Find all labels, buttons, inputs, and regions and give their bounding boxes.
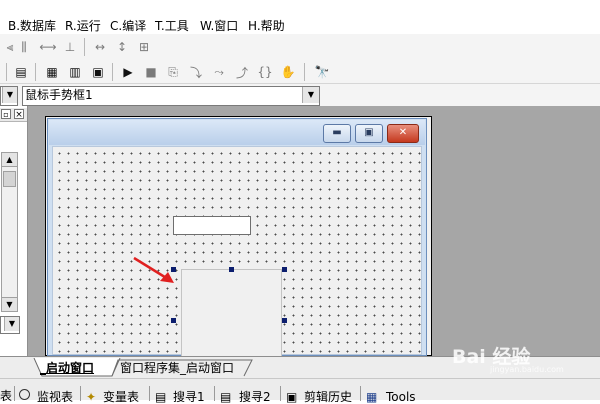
properties-icon[interactable]: ▤ xyxy=(11,62,31,82)
left-combo[interactable]: ▼ xyxy=(0,86,18,106)
bottom-panel-tabs: 表 监视表 ✦ 变量表 ▤ 搜寻1 ▤ 搜寻2 ▣ 剪辑历史 ▦ Tools xyxy=(0,378,600,404)
tab-divider xyxy=(80,386,81,401)
tab-divider xyxy=(149,386,150,401)
toolbar-separator xyxy=(6,63,7,81)
mouse-gesture-box-control[interactable] xyxy=(181,269,282,357)
run-toolbar: ▤ ▦ ▥ ▣ ▶ ■ ⎘ ⤵ ⤳ ⤴ {} ✋ 🔭 xyxy=(0,60,600,84)
chevron-down-icon: ▼ xyxy=(2,87,17,103)
scroll-thumb[interactable] xyxy=(3,171,16,187)
tab-variable-table[interactable]: 变量表 xyxy=(103,390,139,404)
search2-icon: ▤ xyxy=(220,390,232,404)
tab-watch-table[interactable]: 监视表 xyxy=(37,390,73,404)
hand-icon[interactable]: ✋ xyxy=(278,62,298,82)
arrow-shaft xyxy=(133,256,169,281)
tab-tools[interactable]: Tools xyxy=(386,390,416,404)
run-icon[interactable]: ▶ xyxy=(118,62,138,82)
scroll-down-icon[interactable]: ▼ xyxy=(2,297,17,311)
chevron-down-icon: ▼ xyxy=(4,317,19,331)
distribute-horizontal-icon[interactable]: ⟷ xyxy=(38,37,58,57)
variable-icon: ✦ xyxy=(86,390,97,404)
same-height-icon[interactable]: ↕ xyxy=(112,37,132,57)
tab-divider xyxy=(214,386,215,401)
maximize-icon[interactable]: ▣ xyxy=(355,124,383,143)
close-icon[interactable]: × xyxy=(14,109,24,120)
panel-icon: 表 xyxy=(0,389,13,403)
resize-handle-right[interactable] xyxy=(282,318,287,323)
toolbar-separator xyxy=(304,63,305,81)
resize-handle-left[interactable] xyxy=(171,318,176,323)
layout-window-icon[interactable]: ▦ xyxy=(42,62,62,82)
arrow-head xyxy=(160,272,174,283)
menu-help[interactable]: H.帮助 xyxy=(248,17,285,34)
scroll-up-icon[interactable]: ▲ xyxy=(2,153,17,167)
menu-tools[interactable]: T.工具 xyxy=(155,17,189,34)
menu-database[interactable]: B.数据库 xyxy=(8,17,56,34)
same-width-icon[interactable]: ↔ xyxy=(90,37,110,57)
watermark-subtext: jingyan.baidu.com xyxy=(490,365,564,374)
align-vertical-center-icon[interactable]: ⫼ xyxy=(14,37,34,57)
resize-handle-top[interactable] xyxy=(229,267,234,272)
tab-window-program-set[interactable]: 窗口程序集_启动窗口 xyxy=(120,360,234,377)
menu-compile[interactable]: C.编译 xyxy=(110,17,146,34)
close-icon[interactable]: ✕ xyxy=(387,124,419,143)
toolbar-separator xyxy=(35,63,36,81)
run-to-cursor-icon[interactable]: {} xyxy=(255,62,275,82)
same-size-icon[interactable]: ⊞ xyxy=(134,37,154,57)
tab-startup-window[interactable]: _启动窗口 xyxy=(40,360,94,377)
alignment-toolbar: ⫷ ⫼ ⟷ ⊥ ↔ ↕ ⊞ xyxy=(0,34,600,60)
left-panel-scrollbar[interactable]: ▲ ▼ xyxy=(1,152,18,312)
toolbar-separator xyxy=(112,63,113,81)
step-out-icon[interactable]: ⤴ xyxy=(232,62,252,82)
component-selector[interactable]: 鼠标手势框1 ▼ xyxy=(22,86,320,106)
watermark: Bai 经验 jingyan.baidu.com xyxy=(452,342,592,374)
left-panel-combo[interactable]: ▼ xyxy=(0,316,20,334)
selector-row: ▼ 鼠标手势框1 ▼ xyxy=(0,84,600,106)
tools-icon: ▦ xyxy=(366,390,378,404)
left-panel-header: ▫ × xyxy=(0,108,27,122)
search1-icon: ▤ xyxy=(155,390,167,404)
stop-icon[interactable]: ■ xyxy=(141,62,161,82)
find-tool-icon[interactable]: 🔭 xyxy=(312,62,332,82)
form-titlebar[interactable]: ▬ ▣ ✕ xyxy=(49,120,425,145)
watch-icon xyxy=(19,389,30,400)
restore-icon[interactable]: ▫ xyxy=(1,109,11,119)
layout-split-icon[interactable]: ▥ xyxy=(65,62,85,82)
tab-search1[interactable]: 搜寻1 xyxy=(173,390,205,404)
step-icon[interactable]: ⎘ xyxy=(163,62,183,82)
tab-divider xyxy=(14,386,15,401)
chevron-down-icon[interactable]: ▼ xyxy=(302,87,319,103)
toolbar-separator xyxy=(84,38,85,56)
menu-run[interactable]: R.运行 xyxy=(65,17,101,34)
annotation-arrow xyxy=(133,256,174,283)
menu-bar: B.数据库 R.运行 C.编译 T.工具 W.窗口 H.帮助 xyxy=(0,0,600,34)
distribute-vertical-icon[interactable]: ⊥ xyxy=(60,37,80,57)
component-selector-value: 鼠标手势框1 xyxy=(25,88,93,102)
step-over-icon[interactable]: ⤳ xyxy=(209,62,229,82)
step-into-icon[interactable]: ⤵ xyxy=(186,62,206,82)
minimize-icon[interactable]: ▬ xyxy=(323,124,351,143)
layout-panel-icon[interactable]: ▣ xyxy=(88,62,108,82)
tab-search2[interactable]: 搜寻2 xyxy=(239,390,271,404)
form-window[interactable]: ▬ ▣ ✕ xyxy=(47,118,427,357)
textbox-control[interactable] xyxy=(173,216,251,235)
form-client-area[interactable] xyxy=(52,146,422,357)
clipboard-icon: ▣ xyxy=(286,390,298,404)
tab-divider xyxy=(360,386,361,401)
left-panel: ▫ × ▲ ▼ ▼ xyxy=(0,106,28,356)
tab-divider xyxy=(280,386,281,401)
resize-handle-top-right[interactable] xyxy=(282,267,287,272)
tab-clip-history[interactable]: 剪辑历史 xyxy=(304,390,352,404)
menu-window[interactable]: W.窗口 xyxy=(200,17,238,34)
